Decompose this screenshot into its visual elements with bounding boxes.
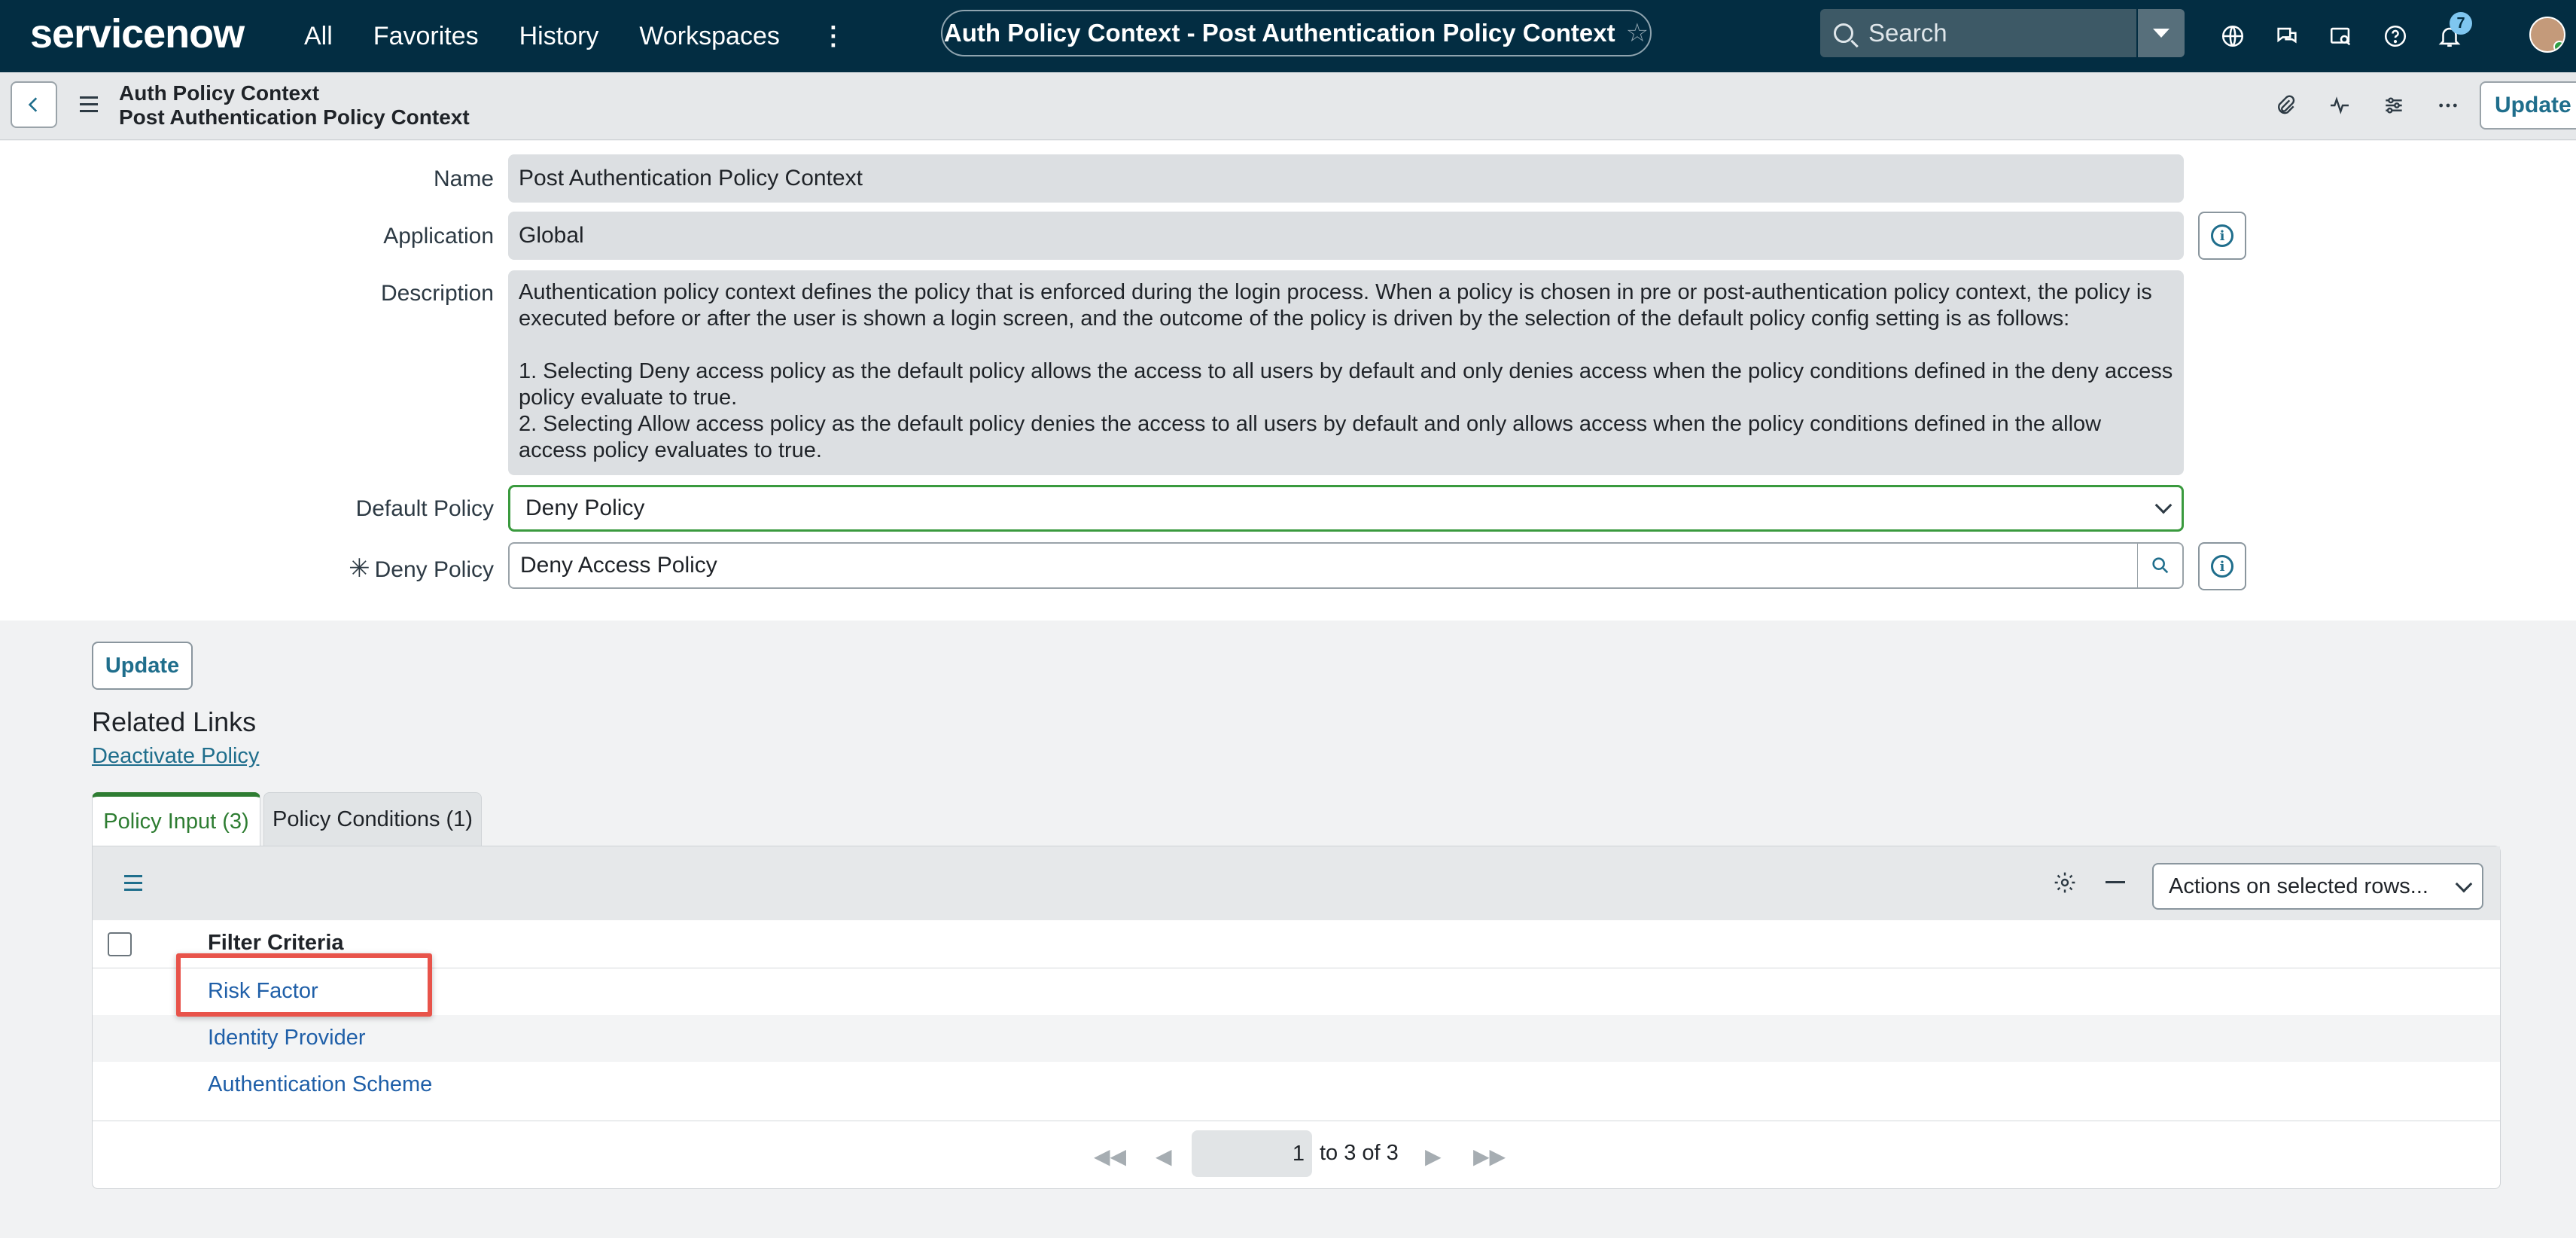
paperclip-icon[interactable] [2266,86,2305,125]
search-scope-dropdown[interactable] [2138,9,2185,57]
description-paragraph-2: 1. Selecting Deny access policy as the d… [519,359,2173,410]
chevron-down-icon [2455,875,2473,893]
search-icon [1834,23,1853,43]
more-menu-icon[interactable]: ⋮ [821,21,846,51]
application-field[interactable]: Global [508,212,2184,260]
next-page-icon[interactable]: ▶ [1425,1144,1442,1169]
highlight-annotation-box [176,953,432,1017]
record-display-name: Post Authentication Policy Context [119,105,470,129]
bell-icon[interactable]: 7 [2433,12,2472,53]
search-icon [2151,557,2168,574]
deny-policy-reference-input[interactable]: Deny Access Policy [508,542,2139,589]
table-row: Identity Provider [93,1015,2500,1062]
description-label: Description [380,281,494,306]
actions-select-value: Actions on selected rows... [2169,874,2428,898]
deny-policy-label-text: Deny Policy [374,557,494,582]
context-title-pill[interactable]: Auth Policy Context - Post Authenticatio… [941,10,1652,56]
description-field[interactable]: Authentication policy context defines th… [508,270,2184,475]
top-icon-group: 7 [2216,0,2487,72]
last-page-icon[interactable]: ▶▶ [1473,1144,1506,1169]
user-avatar[interactable] [2529,17,2565,53]
page-number-input[interactable]: 1 [1192,1130,1312,1177]
back-button[interactable] [11,81,57,128]
collapse-icon[interactable] [2106,881,2125,883]
global-search-input[interactable]: Search [1820,9,2136,57]
default-policy-label: Default Policy [355,496,494,521]
description-paragraph-3: 2. Selecting Allow access policy as the … [519,412,2102,462]
chevron-down-icon [2154,496,2173,514]
nav-workspaces[interactable]: Workspaces [639,22,779,51]
header-update-button[interactable]: Update [2480,81,2576,130]
list-header-row: Filter Criteria [93,920,2500,968]
tab-policy-conditions[interactable]: Policy Conditions (1) [263,792,482,846]
chevron-down-icon [2153,29,2170,38]
star-icon[interactable]: ☆ [1626,18,1649,48]
deny-policy-info-button[interactable]: i [2198,542,2246,590]
header-action-icons [2266,86,2483,125]
chat-icon[interactable] [2270,20,2303,53]
description-paragraph-1: Authentication policy context defines th… [519,280,2152,331]
application-info-button[interactable]: i [2198,212,2246,260]
nav-all[interactable]: All [304,22,333,51]
row-link-identity-provider[interactable]: Identity Provider [208,1026,366,1050]
default-policy-value: Deny Policy [525,496,645,520]
gear-icon[interactable] [2050,868,2080,898]
related-links-heading: Related Links [92,706,257,737]
previous-page-icon[interactable]: ◀ [1156,1144,1172,1169]
main-menu: All Favorites History Workspaces ⋮ [304,0,846,72]
help-icon[interactable] [2379,20,2412,53]
record-table-title: Auth Policy Context [119,81,320,105]
column-header-filter-criteria[interactable]: Filter Criteria [208,931,344,956]
list-pagination: ◀◀ ◀ 1 to 3 of 3 ▶ ▶▶ [93,1121,2500,1188]
select-all-checkbox[interactable] [108,932,132,956]
page-range-text: to 3 of 3 [1320,1141,1399,1165]
notification-badge: 7 [2450,12,2472,35]
online-status-indicator [2553,41,2564,51]
globe-icon[interactable] [2216,20,2249,53]
deny-policy-label: ✳ Deny Policy [0,553,494,584]
context-menu-icon[interactable] [80,96,98,117]
sliders-icon[interactable] [2374,86,2413,125]
more-actions-icon[interactable] [2428,86,2468,125]
context-title: Auth Policy Context - Post Authenticatio… [943,19,1615,47]
info-icon: i [2211,224,2233,247]
table-row: Authentication Scheme [93,1062,2500,1108]
mandatory-asterisk-icon: ✳ [349,554,370,583]
list-toolbar: Actions on selected rows... [93,846,2500,920]
info-icon: i [2211,555,2233,578]
tab-policy-input[interactable]: Policy Input (3) [92,792,260,846]
nav-favorites[interactable]: Favorites [373,22,479,51]
application-label: Application [383,224,494,249]
related-list-panel: Actions on selected rows... Filter Crite… [92,846,2501,1189]
chevron-left-icon [28,97,38,112]
deactivate-policy-link[interactable]: Deactivate Policy [92,744,259,769]
default-policy-select[interactable]: Deny Policy [508,485,2184,532]
list-menu-icon[interactable] [124,875,142,895]
inbox-search-icon[interactable] [2325,20,2358,53]
actions-on-selected-rows-select[interactable]: Actions on selected rows... [2152,863,2483,910]
name-label: Name [433,166,494,191]
nav-history[interactable]: History [519,22,599,51]
table-row: Risk Factor [93,968,2500,1015]
first-page-icon[interactable]: ◀◀ [1094,1144,1126,1169]
record-header: Auth Policy Context Post Authentication … [0,72,2576,140]
update-button[interactable]: Update [92,642,193,690]
reference-lookup-button[interactable] [2138,542,2184,589]
name-field[interactable]: Post Authentication Policy Context [508,154,2184,203]
record-form: Name Post Authentication Policy Context … [0,141,2576,621]
search-placeholder: Search [1868,19,1947,47]
activity-pulse-icon[interactable] [2320,86,2359,125]
top-navigation-bar: servicenow All Favorites History Workspa… [0,0,2576,72]
servicenow-logo[interactable]: servicenow [30,11,245,57]
row-link-authentication-scheme[interactable]: Authentication Scheme [208,1072,432,1097]
